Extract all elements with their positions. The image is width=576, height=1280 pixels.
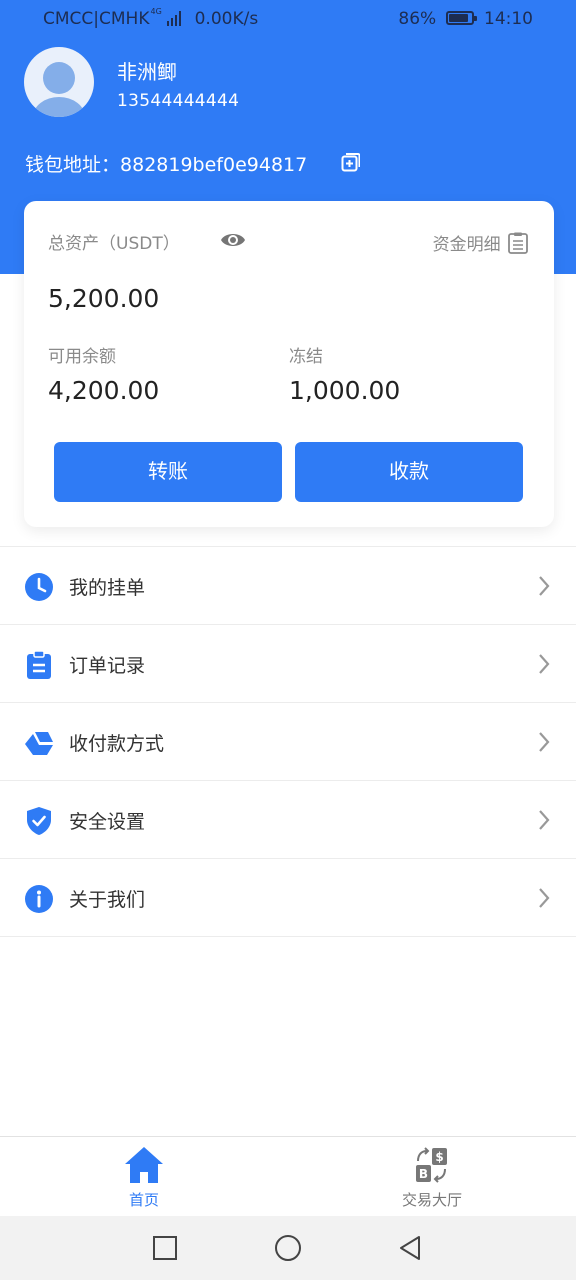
avatar-body [33, 97, 85, 117]
menu-item-label: 我的挂单 [69, 577, 146, 599]
signal-icon [167, 10, 182, 26]
tab-trading-hall-label: 交易大厅 [401, 1191, 462, 1209]
back-nav-button[interactable] [396, 1234, 424, 1262]
total-assets-value: 5,200.00 [48, 284, 160, 313]
asset-card: 总资产（USDT） 资金明细 5,200.00 可用余额 4,200.00 冻结… [24, 201, 554, 527]
tab-home[interactable]: 首页 [0, 1137, 288, 1217]
status-right: 86% 14:10 [398, 9, 533, 29]
receive-button[interactable]: 收款 [295, 442, 523, 502]
available-balance-label: 可用余额 [48, 347, 116, 367]
svg-text:B: B [419, 1167, 428, 1181]
copy-icon[interactable] [341, 153, 360, 172]
menu-list: 我的挂单 订单记录 收付款方式 安全设置 关于我们 [0, 546, 576, 937]
wallet-address-label: 钱包地址： [25, 154, 121, 176]
tab-home-label: 首页 [128, 1191, 159, 1209]
exchange-icon: $ B [416, 1147, 447, 1183]
clock-icon [25, 573, 53, 601]
fund-details-link[interactable]: 资金明细 [433, 230, 528, 255]
menu-item-about-us[interactable]: 关于我们 [0, 859, 576, 937]
avatar[interactable] [24, 47, 94, 117]
clock-time: 14:10 [484, 9, 533, 29]
home-icon [125, 1147, 163, 1183]
eye-icon[interactable] [220, 230, 246, 250]
chevron-right-icon [539, 732, 550, 752]
fund-details-label: 资金明细 [432, 235, 501, 255]
clipboard-icon [27, 650, 51, 679]
network-speed: 0.00K/s [194, 9, 259, 29]
wallet-address-value: 882819bef0e94817 [120, 154, 308, 176]
battery-fill [448, 14, 468, 22]
menu-item-label: 关于我们 [69, 889, 146, 911]
home-nav-button[interactable] [274, 1234, 302, 1262]
menu-item-payment-methods[interactable]: 收付款方式 [0, 703, 576, 781]
recent-apps-button[interactable] [151, 1234, 179, 1262]
user-phone: 13544444444 [117, 91, 240, 111]
status-left: CMCC|CMHK4G 0.00K/s [43, 7, 259, 29]
frozen-label: 冻结 [289, 347, 323, 367]
info-icon [25, 885, 53, 913]
battery-percent: 86% [398, 9, 437, 29]
bottom-tab-bar: 首页 $ B 交易大厅 [0, 1136, 576, 1216]
frozen-value: 1,000.00 [289, 376, 401, 405]
battery-icon [445, 11, 477, 25]
transfer-button[interactable]: 转账 [54, 442, 282, 502]
user-name: 非洲鲫 [117, 60, 177, 84]
menu-item-security-settings[interactable]: 安全设置 [0, 781, 576, 859]
wallet-address-row: 钱包地址：882819bef0e94817 [25, 150, 307, 177]
menu-item-label: 收付款方式 [69, 733, 165, 755]
document-icon [508, 232, 528, 254]
chevron-right-icon [539, 810, 550, 830]
available-balance-value: 4,200.00 [48, 376, 160, 405]
shield-check-icon [27, 807, 51, 835]
menu-item-label: 订单记录 [69, 655, 146, 677]
network-badge: 4G [150, 7, 162, 16]
carrier-name: CMCC|CMHK [43, 9, 150, 29]
system-nav-bar [0, 1216, 576, 1280]
svg-text:$: $ [435, 1150, 443, 1164]
chevron-right-icon [539, 576, 550, 596]
payment-method-icon [25, 732, 53, 755]
menu-item-my-orders[interactable]: 我的挂单 [0, 547, 576, 625]
chevron-right-icon [539, 888, 550, 908]
menu-item-order-records[interactable]: 订单记录 [0, 625, 576, 703]
tab-trading-hall[interactable]: $ B 交易大厅 [288, 1137, 576, 1217]
chevron-right-icon [539, 654, 550, 674]
total-assets-label: 总资产（USDT） [48, 234, 180, 254]
status-bar: CMCC|CMHK4G 0.00K/s 86% 14:10 [0, 0, 576, 40]
avatar-head [43, 62, 75, 94]
menu-item-label: 安全设置 [69, 811, 146, 833]
